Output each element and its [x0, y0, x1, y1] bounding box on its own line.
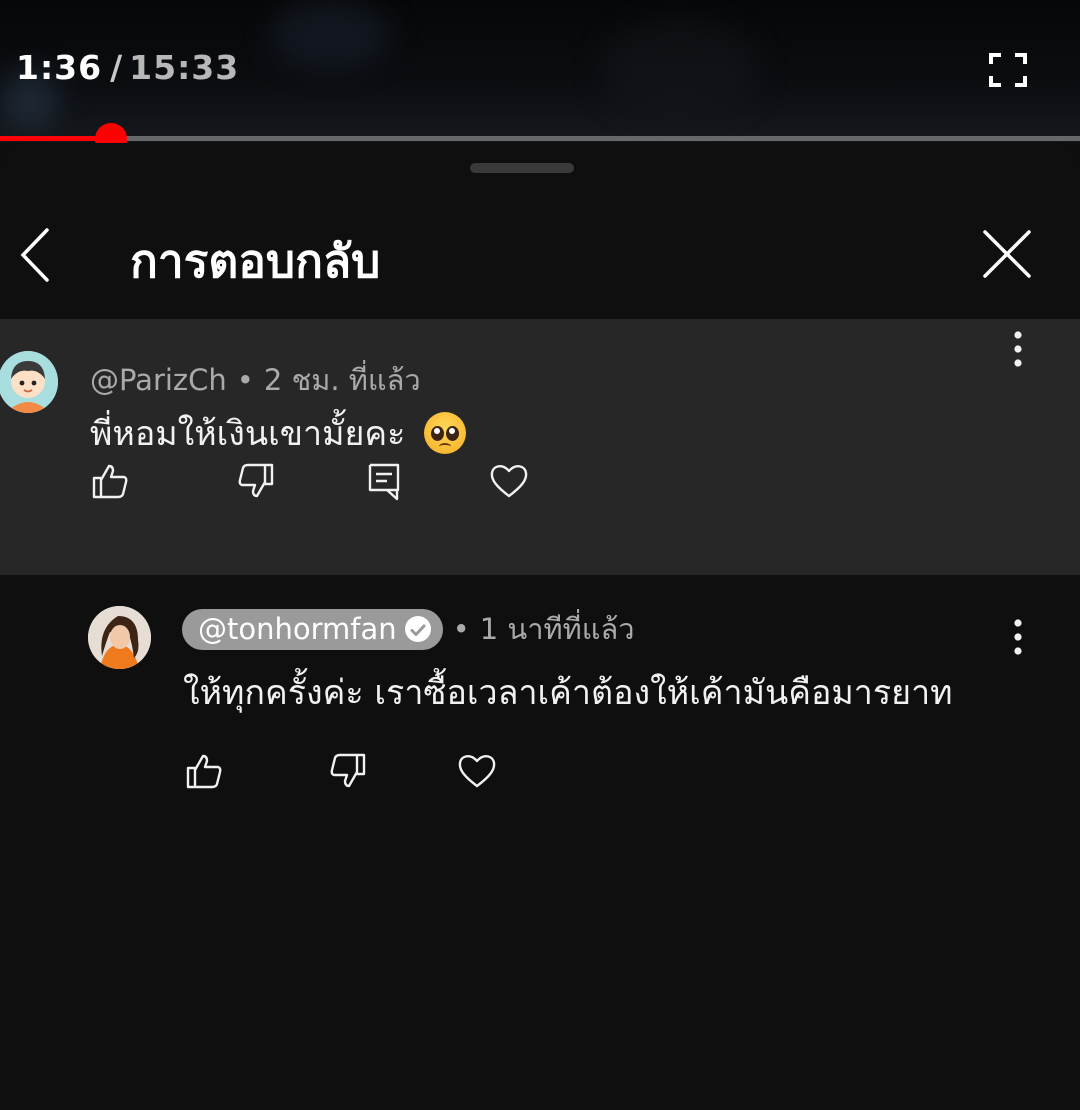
parent-comment: @ParizCh • 2 ชม. ที่แล้ว พี่หอมให้เงินเขาม…	[0, 319, 1080, 575]
comment-timestamp: 2 ชม. ที่แล้ว	[263, 363, 421, 397]
cartoon-avatar-icon	[0, 351, 58, 413]
comment-text: พี่หอมให้เงินเขามั้ยคะ	[90, 414, 406, 454]
replies-panel: การตอบกลับ @ParizCh • 2 ชม. ที่แล้ว พี่หอม…	[0, 143, 1080, 1110]
reply-timestamp: 1 นาทีที่แล้ว	[479, 612, 635, 646]
duration: 15:33	[129, 48, 240, 87]
more-options-icon[interactable]	[1003, 329, 1033, 369]
avatar[interactable]	[0, 351, 58, 413]
meta-dot: •	[236, 363, 254, 397]
author-pill[interactable]: @tonhormfan	[182, 609, 443, 650]
heart-icon[interactable]	[489, 461, 529, 501]
reply-meta: @tonhormfan • 1 นาทีที่แล้ว	[182, 606, 635, 652]
comment-meta: @ParizCh • 2 ชม. ที่แล้ว	[90, 357, 421, 403]
more-options-icon[interactable]	[1003, 617, 1033, 657]
dislike-icon[interactable]	[328, 751, 368, 791]
pleading-face-icon	[424, 411, 467, 454]
reply-text: ให้ทุกครั้งค่ะ เราซื้อเวลาเค้าต้องให้เค้…	[183, 673, 953, 713]
back-icon[interactable]	[16, 227, 60, 283]
author-name: @tonhormfan	[198, 612, 397, 646]
verified-badge-icon	[404, 616, 431, 642]
like-icon[interactable]	[184, 751, 224, 791]
fullscreen-icon[interactable]	[988, 52, 1028, 88]
avatar[interactable]	[88, 606, 151, 669]
profile-photo-icon	[88, 606, 151, 669]
meta-dot: •	[452, 612, 470, 646]
like-icon[interactable]	[90, 461, 130, 501]
time-separator: /	[110, 48, 124, 87]
heart-icon[interactable]	[457, 751, 497, 791]
author-name[interactable]: @ParizCh	[90, 363, 227, 397]
video-player[interactable]: 1:36/15:33	[0, 0, 1080, 142]
current-time: 1:36	[16, 48, 103, 87]
dislike-icon[interactable]	[236, 461, 276, 501]
close-icon[interactable]	[982, 229, 1032, 279]
reply-icon[interactable]	[364, 461, 404, 501]
drag-handle[interactable]	[470, 163, 574, 173]
panel-title: การตอบกลับ	[130, 234, 381, 288]
time-display: 1:36/15:33	[16, 48, 239, 87]
comment-text-row: พี่หอมให้เงินเขามั้ยคะ	[90, 406, 467, 460]
progress-bar[interactable]	[0, 123, 1080, 155]
